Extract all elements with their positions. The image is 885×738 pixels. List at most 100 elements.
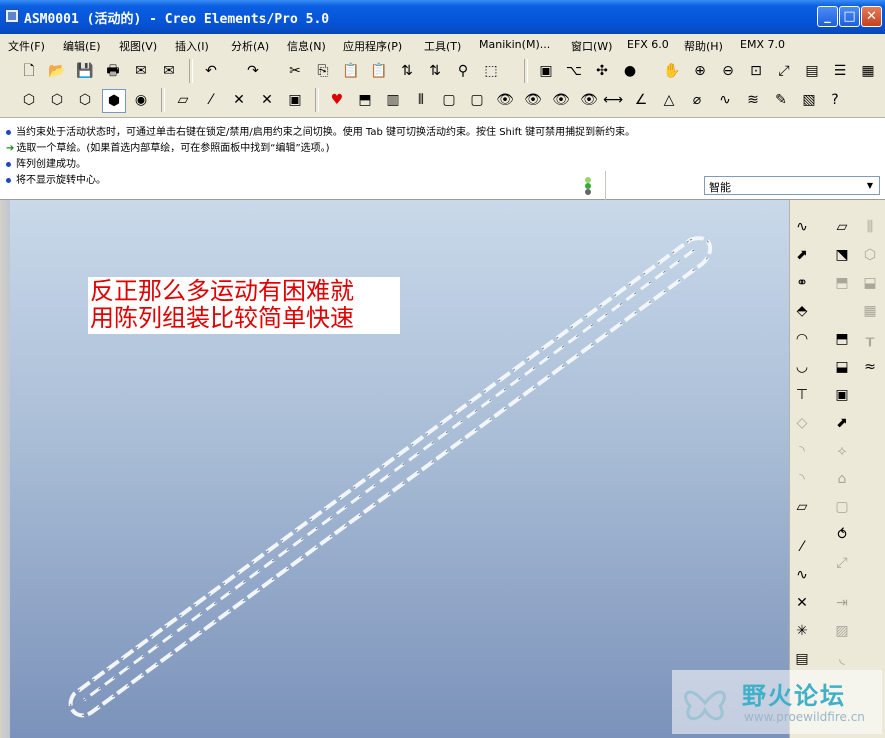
- solidify-icon[interactable]: ◝: [791, 440, 813, 462]
- sketch-tool-icon[interactable]: ∿: [791, 216, 813, 238]
- maximize-button[interactable]: □: [839, 6, 860, 27]
- datum-display-icon[interactable]: ⌥: [563, 60, 585, 82]
- chevron-down-icon[interactable]: ▼: [863, 178, 877, 193]
- copy-icon[interactable]: ⎘: [312, 60, 334, 82]
- revolve-icon[interactable]: ⬔: [831, 244, 853, 266]
- save-icon[interactable]: 💾: [74, 60, 96, 82]
- offset-icon[interactable]: ◇: [791, 412, 813, 434]
- paste-special-icon[interactable]: 📋: [368, 60, 390, 82]
- measure-area-icon[interactable]: △: [658, 89, 680, 111]
- surface-analysis-icon[interactable]: ≋: [742, 89, 764, 111]
- sketch-view-icon[interactable]: ▣: [535, 60, 557, 82]
- thicken-icon[interactable]: ⬈: [831, 412, 853, 434]
- title-bar[interactable]: ASM0001 (活动的) - Creo Elements/Pro 5.0 _ …: [0, 0, 885, 34]
- chamfer-icon[interactable]: ⬒: [831, 328, 853, 350]
- undo-icon[interactable]: ↶: [200, 60, 222, 82]
- menu-view[interactable]: 视图(V): [119, 38, 157, 54]
- unhide-icon[interactable]: 👁: [522, 89, 544, 111]
- datum-curve-tool-icon[interactable]: ∿: [791, 564, 813, 586]
- wrap-icon[interactable]: ⌂: [831, 468, 853, 490]
- boundary-blend-icon[interactable]: ┰: [859, 328, 881, 350]
- create-component-icon[interactable]: ▥: [382, 89, 404, 111]
- curve-analysis-icon[interactable]: ∿: [714, 89, 736, 111]
- mirror-icon[interactable]: ⬓: [831, 356, 853, 378]
- selection-filter-select[interactable]: 智能 ▼: [704, 176, 880, 195]
- refit-icon[interactable]: ⊡: [745, 60, 767, 82]
- insert-mode-icon[interactable]: ⤢: [831, 552, 853, 574]
- measure-diameter-icon[interactable]: ⌀: [686, 89, 708, 111]
- datum-axis-tool-icon[interactable]: ⁄: [791, 536, 813, 558]
- pattern-icon[interactable]: ◡: [791, 356, 813, 378]
- named-views-icon[interactable]: ▤: [801, 60, 823, 82]
- measure-angle-icon[interactable]: ∠: [630, 89, 652, 111]
- show-all-icon[interactable]: 👁: [550, 89, 572, 111]
- datum-axis-display-icon[interactable]: ⁄: [200, 89, 222, 111]
- app-icon[interactable]: [5, 9, 19, 23]
- wireframe-icon[interactable]: ⬡: [18, 89, 40, 111]
- csys-tool-icon[interactable]: ✳: [791, 620, 813, 642]
- find-icon[interactable]: ⚲: [452, 60, 474, 82]
- extrude-icon[interactable]: ⬈: [791, 244, 813, 266]
- measure-distance-icon[interactable]: ⟷: [602, 89, 624, 111]
- no-hidden-icon[interactable]: ⬡: [74, 89, 96, 111]
- extend-icon[interactable]: ▣: [831, 384, 853, 406]
- menu-tools[interactable]: 工具(T): [424, 38, 461, 54]
- minimize-button[interactable]: _: [817, 6, 838, 27]
- regen-manager-icon[interactable]: ⇅: [424, 60, 446, 82]
- datum-axis-icon[interactable]: ⫼: [859, 216, 881, 238]
- datum-plane-tool-icon[interactable]: ▱: [791, 496, 813, 518]
- shading-icon[interactable]: ●: [619, 60, 641, 82]
- appearance-icon[interactable]: ▦: [857, 60, 879, 82]
- datum-point-tool-icon[interactable]: ✕: [791, 592, 813, 614]
- project-icon[interactable]: ◝: [791, 468, 813, 490]
- menu-manikin[interactable]: Manikin(M)...: [479, 38, 550, 51]
- datum-plane-icon[interactable]: ▱: [831, 216, 853, 238]
- favorite-icon[interactable]: ♥: [326, 89, 348, 111]
- reorient-icon[interactable]: ⤢: [773, 60, 795, 82]
- menu-analysis[interactable]: 分析(A): [231, 38, 269, 54]
- menu-file[interactable]: 文件(F): [8, 38, 45, 54]
- menu-window[interactable]: 窗口(W): [571, 38, 612, 54]
- datum-plane-display-icon[interactable]: ▱: [172, 89, 194, 111]
- cut-icon[interactable]: ✂: [284, 60, 306, 82]
- shaded-icon[interactable]: ⬢: [102, 89, 126, 113]
- udf-icon[interactable]: ▨: [831, 620, 853, 642]
- model-tree-icon[interactable]: ◉: [130, 89, 152, 111]
- edit-definition-icon[interactable]: ✎: [770, 89, 792, 111]
- menu-efx[interactable]: EFX 6.0: [627, 38, 669, 51]
- paste-icon[interactable]: 📋: [340, 60, 362, 82]
- assemble-icon[interactable]: ⬒: [354, 89, 376, 111]
- hidden-line-icon[interactable]: ⬡: [46, 89, 68, 111]
- datum-point-display-icon[interactable]: ✕: [228, 89, 250, 111]
- merge-icon[interactable]: ≈: [859, 356, 881, 378]
- intersect-icon[interactable]: ▢: [831, 496, 853, 518]
- csys-display-icon[interactable]: ✕: [256, 89, 278, 111]
- menu-insert[interactable]: 插入(I): [175, 38, 209, 54]
- layers-icon[interactable]: ☰: [829, 60, 851, 82]
- close-button[interactable]: ✕: [861, 6, 882, 27]
- menu-applications[interactable]: 应用程序(P): [343, 38, 402, 54]
- draft-icon[interactable]: ▦: [859, 300, 881, 322]
- hide-all-icon[interactable]: 👁: [578, 89, 600, 111]
- analysis-feature-icon[interactable]: ▤: [791, 648, 813, 670]
- cross-section-icon[interactable]: ▢: [466, 89, 488, 111]
- print-icon[interactable]: 🖶: [102, 60, 124, 82]
- blend-icon[interactable]: ⚭: [791, 272, 813, 294]
- select-box-icon[interactable]: ⬚: [480, 60, 502, 82]
- menu-emx[interactable]: EMX 7.0: [740, 38, 785, 51]
- zoom-in-icon[interactable]: ⊕: [689, 60, 711, 82]
- shell-icon[interactable]: ⬓: [859, 272, 881, 294]
- pan-icon[interactable]: ✋: [661, 60, 683, 82]
- component-display-icon[interactable]: ▢: [438, 89, 460, 111]
- group-icon[interactable]: ⥀: [831, 524, 853, 546]
- regeneration-status-icon[interactable]: [583, 176, 593, 196]
- hide-icon[interactable]: 👁: [494, 89, 516, 111]
- spin-center-icon[interactable]: ✣: [591, 60, 613, 82]
- open-file-icon[interactable]: 📂: [46, 60, 68, 82]
- insert-here-icon[interactable]: ⇥: [831, 592, 853, 614]
- rib-icon[interactable]: ⬘: [791, 300, 813, 322]
- redo-icon[interactable]: ↷: [242, 60, 264, 82]
- regenerate-icon[interactable]: ⇅: [396, 60, 418, 82]
- send-mail-icon[interactable]: ✉: [130, 60, 152, 82]
- warp-icon[interactable]: ⟡: [831, 440, 853, 462]
